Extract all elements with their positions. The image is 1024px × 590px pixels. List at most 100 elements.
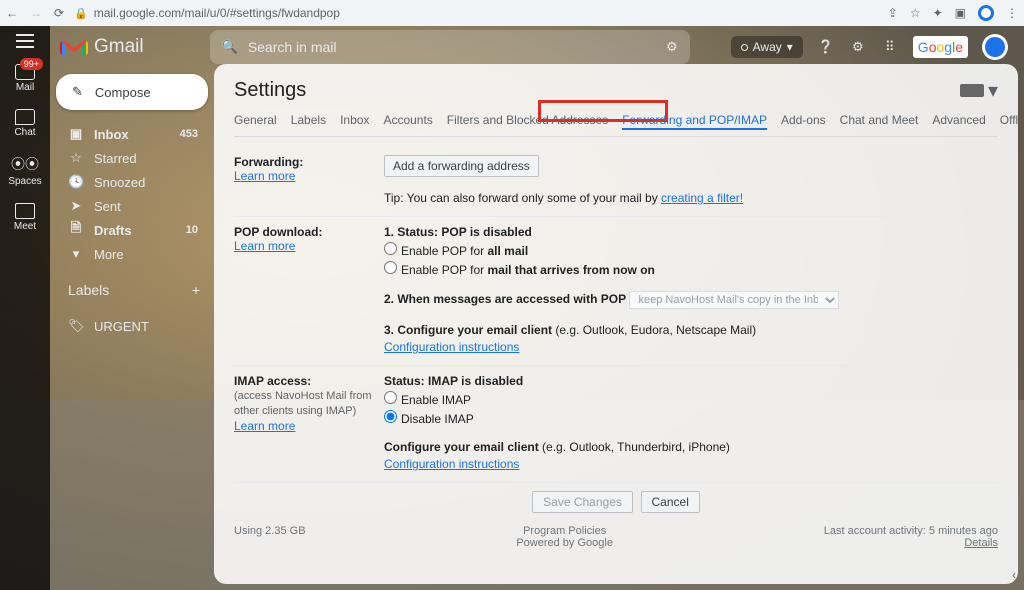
meet-icon — [15, 203, 35, 219]
mail-badge: 99+ — [20, 58, 43, 70]
imap-section: IMAP access: (access NavoHost Mail from … — [234, 366, 998, 483]
gmail-m-icon — [60, 37, 88, 57]
star-icon: ☆ — [68, 150, 84, 166]
imap-enable-label[interactable]: Enable IMAP — [401, 393, 471, 407]
pop-when-select[interactable]: keep NavoHost Mail's copy in the Inbox — [629, 291, 839, 309]
collapse-icon[interactable]: ‹ — [1012, 568, 1016, 582]
share-icon[interactable]: ⇪ — [888, 6, 898, 20]
storage-usage: Using 2.35 GB — [234, 525, 306, 549]
imap-config-instructions-link[interactable]: Configuration instructions — [384, 457, 519, 471]
reload-icon[interactable]: ⟳ — [54, 6, 64, 20]
forwarding-header: Forwarding: — [234, 155, 303, 169]
search-bar[interactable]: 🔍 ⚙ — [210, 30, 690, 64]
search-icon: 🔍 — [222, 39, 238, 55]
rail-mail[interactable]: 99+ Mail — [15, 64, 35, 93]
settings-tabs: General Labels Inbox Accounts Filters an… — [234, 113, 998, 137]
rail-chat[interactable]: Chat — [14, 109, 35, 138]
settings-footer: Using 2.35 GB Program Policies Powered b… — [234, 519, 998, 584]
pop-enable-now-label[interactable]: Enable POP for mail that arrives from no… — [401, 263, 655, 277]
inbox-icon: ▣ — [68, 126, 84, 142]
pop-config-instructions-link[interactable]: Configuration instructions — [384, 340, 519, 354]
tab-general[interactable]: General — [234, 113, 277, 130]
cancel-button[interactable]: Cancel — [641, 491, 700, 513]
tab-inbox[interactable]: Inbox — [340, 113, 369, 130]
add-forwarding-address-button[interactable]: Add a forwarding address — [384, 155, 539, 177]
nav-starred[interactable]: ☆ Starred — [56, 146, 208, 170]
rail-meet[interactable]: Meet — [14, 203, 36, 232]
tab-advanced[interactable]: Advanced — [932, 113, 985, 130]
input-tools-icon[interactable] — [960, 84, 984, 97]
profile-icon[interactable] — [978, 5, 994, 21]
imap-disable-radio[interactable] — [384, 410, 397, 423]
forward-icon[interactable]: → — [30, 6, 42, 20]
panel-icon[interactable]: ▣ — [955, 6, 966, 20]
back-icon[interactable]: ← — [6, 6, 18, 20]
gear-icon[interactable]: ⚙ — [849, 38, 867, 56]
gmail-logo[interactable]: Gmail — [60, 36, 144, 58]
imap-enable-radio[interactable] — [384, 391, 397, 404]
pop-section: POP download: Learn more 1. Status: POP … — [234, 217, 998, 366]
tab-offline[interactable]: Offline — [1000, 113, 1018, 130]
hamburger-icon[interactable] — [16, 34, 34, 48]
search-input[interactable] — [248, 39, 656, 55]
rail-spaces[interactable]: ⦿⦿ Spaces — [8, 154, 41, 187]
imap-learn-more[interactable]: Learn more — [234, 419, 295, 433]
pop-enable-all-radio[interactable] — [384, 242, 397, 255]
pop-when-label: 2. When messages are accessed with POP — [384, 292, 626, 306]
add-label-icon[interactable]: + — [192, 282, 200, 298]
extensions-icon[interactable]: ✦ — [933, 6, 943, 20]
pop-learn-more[interactable]: Learn more — [234, 239, 295, 253]
settings-title: Settings ▾ — [234, 78, 998, 103]
imap-status-value: IMAP is disabled — [428, 374, 523, 388]
apps-icon[interactable]: ⠿ — [881, 38, 899, 56]
google-logo[interactable]: Google — [913, 36, 968, 58]
nav-label: Drafts — [94, 223, 132, 238]
chevron-down-icon[interactable]: ▾ — [988, 78, 998, 103]
menu-icon[interactable]: ⋮ — [1006, 6, 1018, 20]
pop-configure-label: 3. Configure your email client — [384, 323, 555, 337]
forwarding-learn-more[interactable]: Learn more — [234, 169, 295, 183]
save-changes-button[interactable]: Save Changes — [532, 491, 633, 513]
chat-icon — [15, 109, 35, 125]
nav-count: 453 — [180, 128, 204, 140]
settings-panel: Settings ▾ General Labels Inbox Accounts… — [214, 64, 1018, 584]
star-icon[interactable]: ☆ — [910, 6, 921, 20]
nav-label: More — [94, 247, 124, 262]
nav-more[interactable]: ▾ More — [56, 242, 208, 266]
tab-addons[interactable]: Add-ons — [781, 113, 826, 130]
tab-chat-meet[interactable]: Chat and Meet — [840, 113, 919, 130]
chevron-down-icon: ▾ — [68, 246, 84, 262]
activity-details-link[interactable]: Details — [964, 537, 998, 549]
status-label: Away — [753, 40, 782, 54]
program-policies-link[interactable]: Program Policies — [306, 525, 824, 537]
tune-icon[interactable]: ⚙ — [666, 39, 678, 55]
nav-sent[interactable]: ➤Sent — [56, 194, 208, 218]
nav-inbox[interactable]: ▣ Inbox 453 — [56, 122, 208, 146]
nav-snoozed[interactable]: 🕓Snoozed — [56, 170, 208, 194]
lock-icon: 🔒 — [74, 7, 88, 20]
nav-label: Starred — [94, 151, 137, 166]
help-icon[interactable]: ❔ — [817, 38, 835, 56]
create-filter-link[interactable]: creating a filter! — [661, 191, 743, 205]
nav-drafts[interactable]: 🗎Drafts10 — [56, 218, 208, 242]
tab-accounts[interactable]: Accounts — [383, 113, 432, 130]
tab-filters[interactable]: Filters and Blocked Addresses — [447, 113, 608, 130]
pop-enable-all-label[interactable]: Enable POP for all mail — [401, 244, 528, 258]
address-bar-url[interactable]: mail.google.com/mail/u/0/#settings/fwdan… — [94, 6, 340, 20]
pop-status-value: POP is disabled — [441, 225, 531, 239]
tab-forwarding-pop-imap[interactable]: Forwarding and POP/IMAP — [622, 113, 767, 130]
imap-subtext: (access NavoHost Mail from other clients… — [234, 390, 372, 417]
imap-disable-label[interactable]: Disable IMAP — [401, 412, 474, 426]
label-urgent[interactable]: 🏷URGENT — [56, 314, 208, 338]
forwarding-tip: Tip: You can also forward only some of y… — [384, 191, 661, 205]
pencil-icon: ✎ — [72, 84, 83, 100]
nav-label: Inbox — [94, 127, 129, 142]
app-name: Gmail — [94, 36, 144, 58]
compose-button[interactable]: ✎ Compose — [56, 74, 208, 110]
send-icon: ➤ — [68, 198, 84, 214]
pop-enable-now-radio[interactable] — [384, 261, 397, 274]
account-avatar[interactable] — [982, 34, 1008, 60]
tab-labels[interactable]: Labels — [291, 113, 326, 130]
status-chip[interactable]: Away ▾ — [731, 36, 803, 58]
chevron-down-icon: ▾ — [787, 40, 793, 54]
